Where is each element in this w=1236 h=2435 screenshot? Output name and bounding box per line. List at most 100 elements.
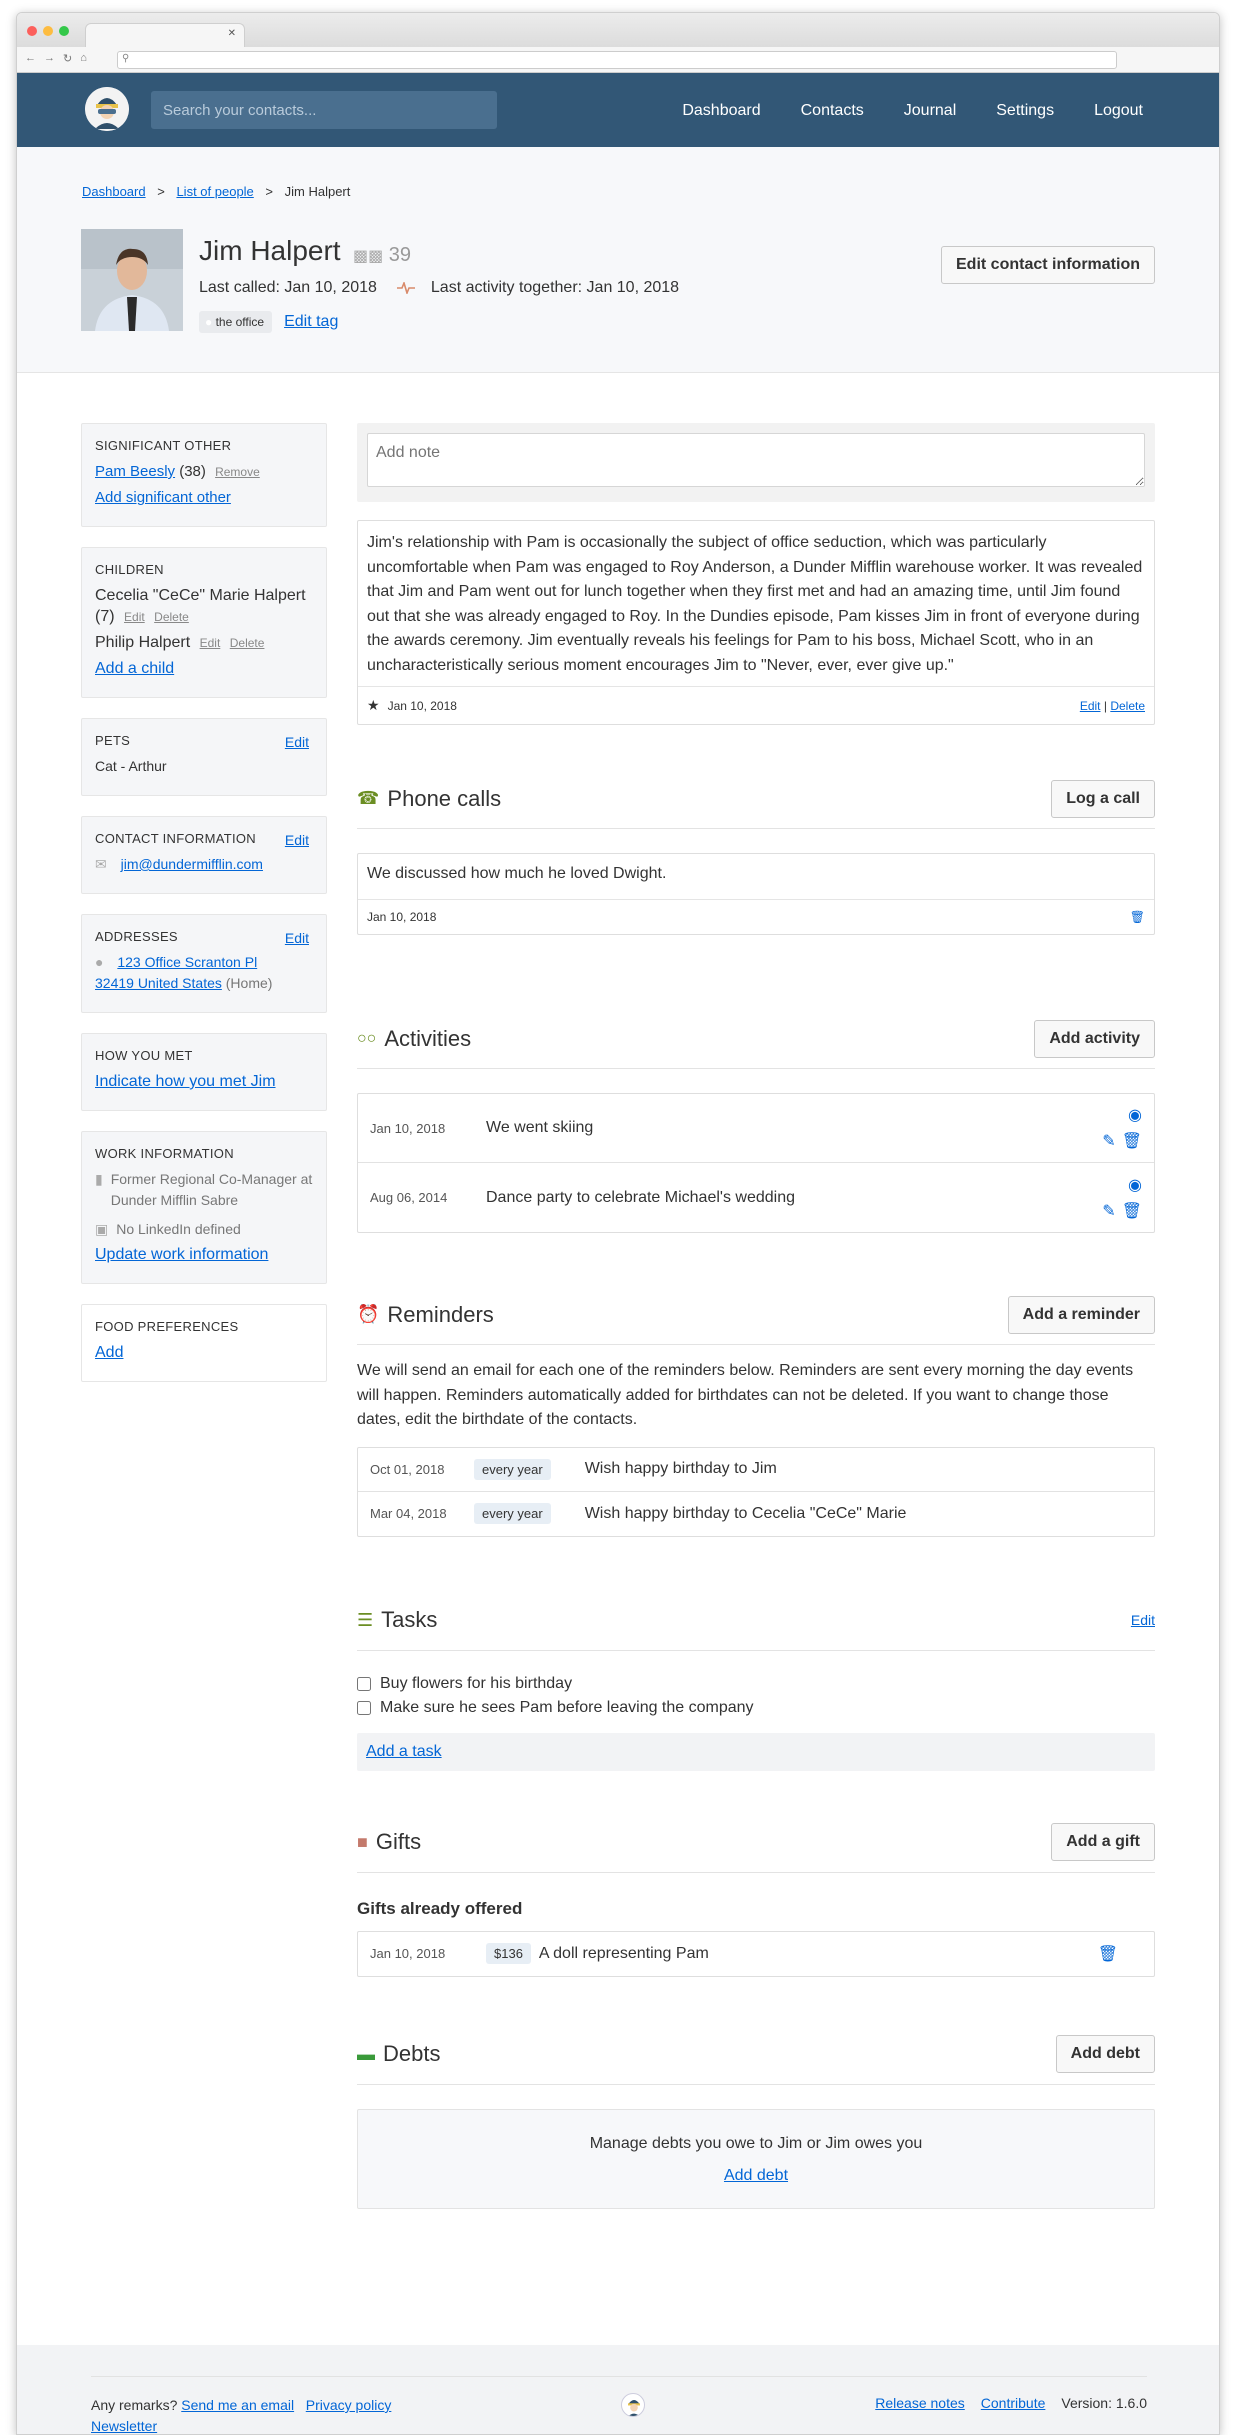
log-call-button[interactable]: Log a call xyxy=(1051,779,1155,818)
add-food-link[interactable]: Add xyxy=(95,1344,123,1361)
close-tab-icon[interactable]: ✕ xyxy=(228,28,236,39)
app-logo-icon[interactable] xyxy=(85,87,129,131)
update-work-link[interactable]: Update work information xyxy=(95,1246,268,1263)
maximize-window-button[interactable] xyxy=(59,26,69,36)
phone-icon: ☎ xyxy=(357,788,380,808)
activities-list: Jan 10, 2018 We went skiing ◉ ✎ 🗑 Aug 06… xyxy=(357,1093,1155,1233)
breadcrumb-dashboard[interactable]: Dashboard xyxy=(82,184,146,199)
delete-note-link[interactable]: Delete xyxy=(1110,699,1145,713)
remove-significant-other-link[interactable]: Remove xyxy=(215,465,260,479)
add-note-box xyxy=(357,423,1155,502)
edit-contact-info-link[interactable]: Edit xyxy=(285,832,309,848)
edit-tasks-link[interactable]: Edit xyxy=(1131,1612,1155,1628)
add-reminder-button[interactable]: Add a reminder xyxy=(1007,1295,1155,1334)
profile-header: Dashboard > List of people > Jim Halpert… xyxy=(17,147,1219,373)
delete-child-link[interactable]: Delete xyxy=(154,610,189,624)
minimize-window-button[interactable] xyxy=(43,26,53,36)
contribute-link[interactable]: Contribute xyxy=(981,2395,1046,2411)
nav-journal[interactable]: Journal xyxy=(904,102,956,120)
cake-icon: ▩▩ xyxy=(353,248,384,265)
forward-icon[interactable]: → xyxy=(44,52,55,65)
significant-other-box: SIGNIFICANT OTHER Pam Beesly (38) Remove… xyxy=(81,423,327,527)
home-icon[interactable]: ⌂ xyxy=(80,52,87,65)
reload-icon[interactable]: ↻ xyxy=(63,52,72,65)
search-input[interactable] xyxy=(151,91,497,129)
significant-other-link[interactable]: Pam Beesly xyxy=(95,463,175,480)
breadcrumb-list[interactable]: List of people xyxy=(176,184,253,199)
contact-age: ▩▩ 39 xyxy=(353,244,412,266)
task-checkbox[interactable] xyxy=(357,1676,371,1691)
footer-right: Release notes Contribute Version: 1.6.0 xyxy=(875,2395,1147,2411)
how-you-met-link[interactable]: Indicate how you met Jim xyxy=(95,1073,276,1090)
add-gift-button[interactable]: Add a gift xyxy=(1051,1823,1155,1861)
nav-contacts[interactable]: Contacts xyxy=(801,102,864,120)
debts-title: Debts xyxy=(383,2041,441,2066)
back-icon[interactable]: ← xyxy=(25,52,36,65)
nav-settings[interactable]: Settings xyxy=(996,102,1054,120)
trash-icon[interactable]: 🗑 xyxy=(1122,1201,1142,1221)
tag-badge[interactable]: ● the office xyxy=(199,311,273,333)
add-child-link[interactable]: Add a child xyxy=(95,660,174,677)
edit-child-link[interactable]: Edit xyxy=(200,636,221,650)
sidebar: SIGNIFICANT OTHER Pam Beesly (38) Remove… xyxy=(81,423,327,1402)
debts-message: Manage debts you owe to Jim or Jim owes … xyxy=(589,2134,923,2152)
add-task-link[interactable]: Add a task xyxy=(366,1743,442,1760)
edit-icon[interactable]: ✎ xyxy=(1102,1131,1115,1151)
nav-logout[interactable]: Logout xyxy=(1094,102,1143,120)
star-icon[interactable]: ★ xyxy=(367,697,380,714)
reminder-frequency: every year xyxy=(474,1503,551,1524)
delete-child-link[interactable]: Delete xyxy=(230,636,265,650)
email-link[interactable]: jim@dundermifflin.com xyxy=(121,856,263,872)
eye-icon[interactable]: ◉ xyxy=(1128,1105,1142,1125)
task-checkbox[interactable] xyxy=(357,1700,371,1715)
call-date: Jan 10, 2018 xyxy=(367,910,437,924)
newsletter-link[interactable]: Newsletter xyxy=(91,2418,157,2434)
alarm-clock-icon: ⏰ xyxy=(357,1304,380,1324)
trash-icon[interactable]: 🗑 xyxy=(1130,910,1145,924)
pets-box: PETS Edit Cat - Arthur xyxy=(81,718,327,796)
close-window-button[interactable] xyxy=(27,26,37,36)
how-you-met-box: HOW YOU MET Indicate how you met Jim xyxy=(81,1033,327,1111)
add-debt-button[interactable]: Add debt xyxy=(1055,2035,1155,2073)
edit-note-link[interactable]: Edit xyxy=(1080,699,1101,713)
list-item: Oct 01, 2018 every year Wish happy birth… xyxy=(358,1448,1154,1492)
trash-icon[interactable]: 🗑 xyxy=(1098,1944,1118,1964)
eye-icon[interactable]: ◉ xyxy=(1128,1175,1142,1195)
add-debt-link[interactable]: Add debt xyxy=(724,2167,788,2184)
activity-text: We went skiing xyxy=(486,1119,594,1136)
browser-tab[interactable]: ✕ xyxy=(85,23,245,47)
edit-pets-link[interactable]: Edit xyxy=(285,734,309,750)
send-email-link[interactable]: Send me an email xyxy=(181,2397,294,2413)
address-line1-link[interactable]: 123 Office Scranton Pl xyxy=(117,954,257,970)
edit-contact-button[interactable]: Edit contact information xyxy=(941,246,1155,284)
gift-amount: $136 xyxy=(486,1943,531,1964)
linkedin-icon: ▣ xyxy=(95,1221,109,1237)
gift-date: Jan 10, 2018 xyxy=(370,1946,446,1961)
add-activity-button[interactable]: Add activity xyxy=(1034,1019,1155,1058)
activity-date: Aug 06, 2014 xyxy=(370,1190,448,1205)
reminders-intro: We will send an email for each one of th… xyxy=(357,1362,1134,1428)
activities-title: Activities xyxy=(384,1025,472,1051)
trash-icon[interactable]: 🗑 xyxy=(1122,1131,1142,1151)
edit-child-link[interactable]: Edit xyxy=(124,610,145,624)
privacy-policy-link[interactable]: Privacy policy xyxy=(306,2397,392,2413)
nav-dashboard[interactable]: Dashboard xyxy=(682,102,760,120)
tag-dot-icon: ● xyxy=(205,315,213,329)
work-info-box: WORK INFORMATION ▮ Former Regional Co-Ma… xyxy=(81,1131,327,1284)
note-card: Jim's relationship with Pam is occasiona… xyxy=(357,520,1155,725)
add-significant-other-link[interactable]: Add significant other xyxy=(95,489,231,506)
reminders-title: Reminders xyxy=(387,1301,494,1327)
address-line2-link[interactable]: 32419 United States xyxy=(95,975,222,991)
edit-icon[interactable]: ✎ xyxy=(1102,1201,1115,1221)
edit-tag-link[interactable]: Edit tag xyxy=(284,313,338,331)
phone-calls-title: Phone calls xyxy=(387,785,502,811)
release-notes-link[interactable]: Release notes xyxy=(875,2395,965,2411)
add-note-input[interactable] xyxy=(367,433,1145,487)
address-bar[interactable]: ⚲ xyxy=(117,51,1117,69)
pet-value: Cat - Arthur xyxy=(95,758,167,774)
edit-addresses-link[interactable]: Edit xyxy=(285,930,309,946)
browser-toolbar: ← → ↻ ⌂ ⚲ xyxy=(17,47,1219,73)
list-item: Mar 04, 2018 every year Wish happy birth… xyxy=(358,1492,1154,1536)
activity-text: Dance party to celebrate Michael's weddi… xyxy=(486,1188,795,1206)
pulse-icon xyxy=(396,282,415,294)
